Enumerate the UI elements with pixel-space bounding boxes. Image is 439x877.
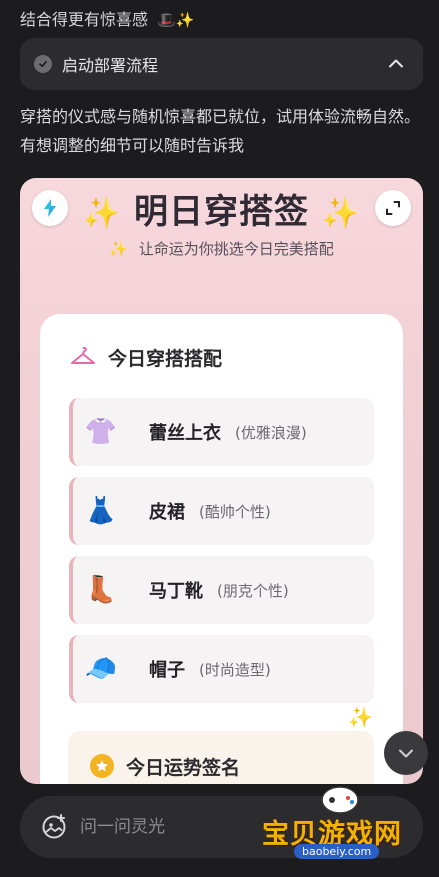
sparkle-icon: ✨	[321, 196, 361, 231]
outfit-item-tag: (酷帅个性)	[199, 502, 271, 521]
app-screen: 结合得更有惊喜感 🎩✨ 启动部署流程 穿搭的仪式感与随机惊喜都已就位，试用体验流…	[0, 0, 439, 877]
previous-message-text: 结合得更有惊喜感	[20, 10, 149, 29]
sparkle-icon: ✨	[82, 196, 122, 231]
outfit-item-name: 蕾丝上衣	[149, 423, 221, 444]
site-watermark: 宝贝游戏网 baobeiy.com	[262, 780, 432, 860]
preview-title-text: 明日穿搭签	[134, 192, 309, 232]
sparkle-icon: ✨	[348, 705, 373, 729]
outfit-heading: 今日穿搭搭配	[70, 344, 222, 371]
cap-icon: 🧢	[84, 654, 118, 684]
dress-icon: 👗	[84, 496, 118, 526]
watermark-url: baobeiy.com	[294, 844, 380, 859]
check-icon	[34, 55, 52, 73]
step-label: 启动部署流程	[62, 56, 159, 75]
preview-subtitle: ✨ 让命运为你挑选今日完美搭配	[20, 238, 423, 259]
hanger-icon	[71, 346, 95, 364]
star-icon	[90, 754, 114, 778]
scroll-down-button[interactable]	[384, 731, 428, 775]
fortune-heading-text: 今日运势签名	[126, 756, 241, 779]
expand-icon	[386, 201, 400, 215]
chevron-up-icon[interactable]	[387, 55, 405, 73]
chat-input[interactable]	[80, 817, 280, 837]
deploy-step-card[interactable]: 启动部署流程	[20, 38, 423, 90]
small-sparkle-icon: ✨	[109, 240, 128, 258]
chevron-down-icon	[399, 749, 413, 758]
expand-button[interactable]	[375, 190, 411, 226]
outfit-item[interactable]: 🧢 帽子 (时尚造型)	[69, 635, 374, 703]
outfit-item-tag: (时尚造型)	[199, 660, 271, 679]
outfit-item[interactable]: 👢 马丁靴 (朋克个性)	[69, 556, 374, 624]
outfit-item-tag: (优雅浪漫)	[235, 423, 307, 442]
outfit-item-tag: (朋克个性)	[217, 581, 289, 600]
blouse-icon: 👚	[84, 417, 118, 447]
outfit-item-name: 皮裙	[149, 502, 185, 523]
previous-message-tail: 结合得更有惊喜感 🎩✨	[20, 6, 194, 30]
preview-title: ✨ 明日穿搭签 ✨	[20, 184, 423, 233]
image-add-icon[interactable]	[40, 813, 68, 841]
outfit-item[interactable]: 👗 皮裙 (酷帅个性)	[69, 477, 374, 545]
boot-icon: 👢	[84, 575, 118, 605]
preview-subtitle-text: 让命运为你挑选今日完美搭配	[138, 240, 334, 258]
assistant-message: 穿搭的仪式感与随机惊喜都已就位，试用体验流畅自然。有想调整的细节可以随时告诉我	[20, 107, 421, 155]
outfit-item[interactable]: 👚 蕾丝上衣 (优雅浪漫)	[69, 398, 374, 466]
outfit-item-name: 帽子	[149, 660, 185, 681]
app-preview-card[interactable]: ✨ 明日穿搭签 ✨ ✨ 让命运为你挑选今日完美搭配 今日穿搭搭配 👚 蕾丝上衣	[20, 178, 423, 784]
outfit-heading-text: 今日穿搭搭配	[108, 348, 223, 370]
fortune-card: 今日运势签名	[68, 731, 374, 784]
hat-sparkle-emoji: 🎩✨	[157, 11, 195, 29]
outfit-item-name: 马丁靴	[149, 581, 203, 602]
